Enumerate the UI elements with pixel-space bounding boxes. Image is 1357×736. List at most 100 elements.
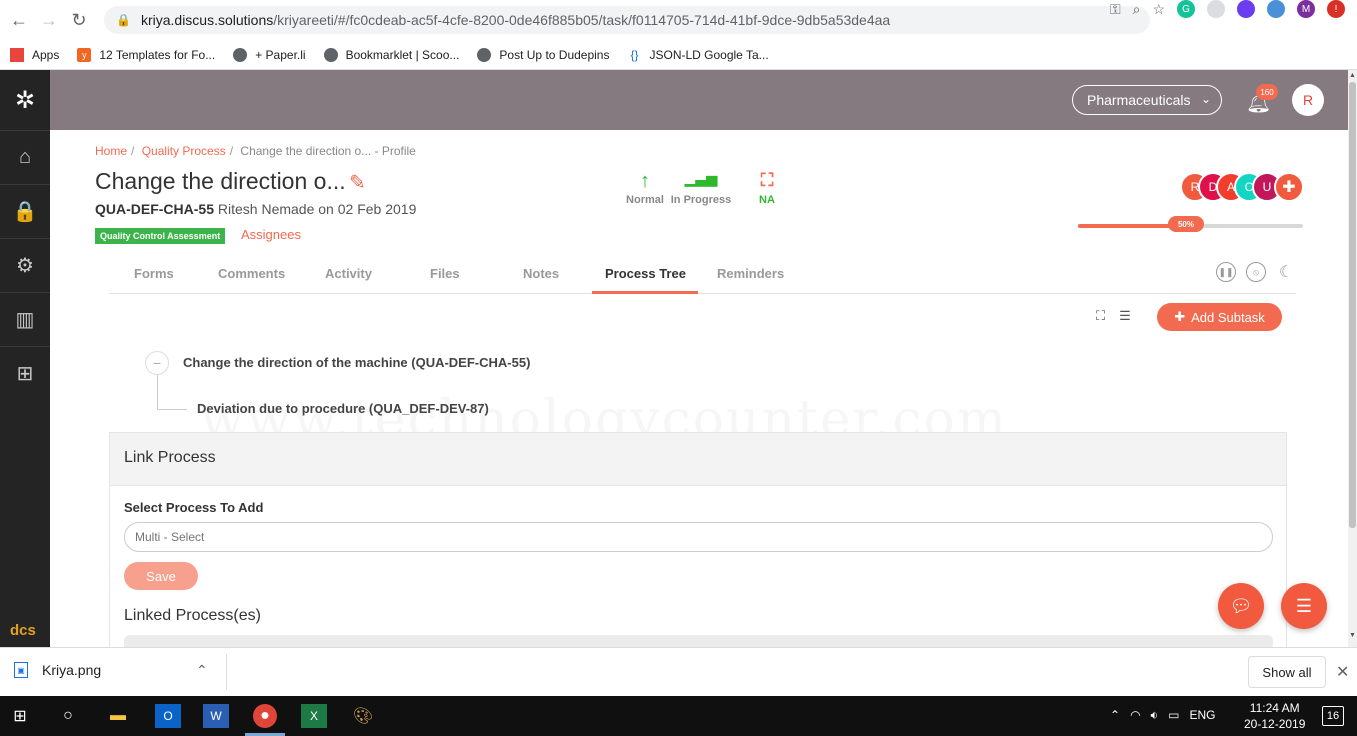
tab-comments[interactable]: Comments [218,266,285,281]
chat-bubble-icon: 💬︎ [1229,595,1253,616]
priority-label: Normal [626,194,664,206]
battery-icon[interactable]: ▭ [1168,708,1179,723]
gift-icon[interactable]: ⊞ [0,346,50,400]
status-label: In Progress [670,194,732,206]
notification-badge: 160 [1256,84,1278,100]
brand-logo-icon: dcs [10,622,36,639]
add-assignee-button[interactable]: ✚ [1274,172,1304,202]
scroll-down-icon[interactable]: ▼ [1349,632,1356,639]
scrollbar-thumb[interactable] [1349,82,1356,528]
breadcrumb-home[interactable]: Home [95,144,127,158]
close-icon[interactable]: ✕ [1336,662,1349,682]
tab-activity[interactable]: Activity [325,266,372,281]
progress-status[interactable]: ▁▃▅ In Progress [668,170,734,206]
color-picker-icon[interactable] [1237,0,1255,18]
chevron-up-icon[interactable]: ⌃ [1110,708,1120,723]
cancel-icon[interactable]: ⦸ [1246,262,1266,282]
sleep-icon[interactable]: ☾ [1276,262,1296,282]
assignees-link[interactable]: Assignees [241,227,301,242]
page-title: Change the direction o... [95,168,346,194]
download-bar: ▣ Kriya.png ⌃ Show all ✕ [0,647,1357,696]
settings-gear-icon[interactable]: ⚙ [0,238,50,292]
bookmark-jsonld[interactable]: {} JSON-LD Google Ta... [627,48,768,62]
linked-processes-title: Linked Process(es) [124,607,261,624]
alert-icon[interactable]: ! [1327,0,1345,18]
bookmark-apps[interactable]: Apps [10,47,59,62]
star-icon[interactable]: ☆ [1152,1,1165,18]
grammarly-icon[interactable]: G [1177,0,1195,18]
screen-capture-icon[interactable] [1267,0,1285,18]
home-icon[interactable]: ⌂ [0,130,50,184]
bookmark-dudepins[interactable]: Post Up to Dudepins [477,47,609,62]
system-clock[interactable]: 11:24 AM 20-12-2019 [1244,700,1305,732]
user-avatar[interactable]: R [1292,84,1324,116]
windows-start-icon[interactable]: ⊞ [7,704,33,728]
bookmark-templates[interactable]: y 12 Templates for Fo... [77,47,215,62]
chrome-icon[interactable]: ● [253,704,277,728]
word-icon[interactable]: W [203,704,229,728]
extension-icon[interactable] [1207,0,1225,18]
analytics-chart-icon[interactable]: ▥ [0,292,50,346]
list-view-icon[interactable]: ☰ [1119,308,1131,324]
volume-icon[interactable]: 🔉︎ [1151,708,1159,723]
tree-node-child[interactable]: Deviation due to procedure (QUA_DEF-DEV-… [197,401,489,416]
save-button[interactable]: Save [124,562,198,590]
bookmark-paperli[interactable]: + Paper.li [233,47,306,62]
breadcrumb-quality-process[interactable]: Quality Process [142,144,226,158]
add-subtask-label: Add Subtask [1191,309,1265,325]
tab-forms[interactable]: Forms [134,266,174,281]
chevron-up-icon[interactable]: ⌃ [196,662,208,679]
globe-icon [477,47,492,62]
tab-reminders[interactable]: Reminders [717,266,784,281]
outlook-icon[interactable]: O [155,704,181,728]
excel-icon[interactable]: X [301,704,327,728]
progress-percent: 50% [1168,216,1204,232]
back-arrow-icon[interactable]: ← [4,5,34,35]
key-icon[interactable]: ⚿ [1110,1,1121,18]
scroll-up-icon[interactable]: ▲ [1349,72,1356,79]
divider [226,654,227,690]
bookmark-bookmarklet[interactable]: Bookmarklet | Scoo... [323,47,459,62]
tree-connector [157,375,158,409]
tab-notes[interactable]: Notes [523,266,559,281]
tree-view-icon[interactable]: ⛶ [1096,308,1105,324]
download-item[interactable]: ▣ Kriya.png [14,662,101,678]
priority-status[interactable]: ↑ Normal [615,170,675,206]
search-circle-icon[interactable]: ○ [55,704,81,728]
wifi-icon[interactable]: ◠ [1130,708,1140,723]
page-scrollbar[interactable]: ▲ ▼ [1348,70,1357,647]
chat-button[interactable]: 💬︎ [1218,583,1264,629]
process-multi-select[interactable] [124,522,1273,552]
chevron-down-icon: ⌄ [1200,92,1211,106]
paint-icon[interactable]: 🎨︎ [350,704,376,728]
active-tab-indicator [592,291,698,294]
show-all-button[interactable]: Show all [1248,656,1326,688]
language-indicator[interactable]: ENG [1189,708,1215,723]
tree-node-root[interactable]: Change the direction of the machine (QUA… [183,355,530,370]
braces-icon: {} [630,47,639,62]
profile-avatar[interactable]: M [1297,0,1315,18]
app-logo-icon[interactable]: ✲ [0,70,50,130]
address-bar[interactable]: 🔒 kriya.discus.solutions /kriyareeti/#/f… [104,6,1150,34]
department-select[interactable]: Pharmaceuticals ⌄ [1072,85,1222,115]
department-value: Pharmaceuticals [1087,92,1191,108]
tab-process-tree[interactable]: Process Tree [605,266,686,281]
lock-icon[interactable]: 🔒 [0,184,50,238]
task-code: QUA-DEF-CHA-55 [95,201,214,217]
globe-icon [233,47,248,62]
apps-grid-icon [10,47,24,62]
forward-arrow-icon[interactable]: → [34,5,64,35]
edit-pencil-icon[interactable]: ✎ [349,170,366,195]
breadcrumb: Home / Quality Process / Change the direct… [95,144,416,158]
menu-button[interactable]: ☰ [1281,583,1327,629]
app-sidebar: ✲ ⌂ 🔒 ⚙ ▥ ⊞ dcs [0,70,50,647]
file-explorer-icon[interactable]: ▬ [105,704,131,728]
zoom-icon[interactable]: ⌕ [1133,1,1141,18]
collapse-minus-icon[interactable]: − [145,351,169,375]
notification-center-icon[interactable]: 16 [1322,706,1344,726]
pause-icon[interactable]: ❚❚ [1216,262,1236,282]
reload-icon[interactable]: ↻ [64,5,94,35]
add-subtask-button[interactable]: ✚ Add Subtask [1157,303,1282,331]
tab-files[interactable]: Files [430,266,460,281]
hierarchy-status[interactable]: ⛶ NA [750,170,784,206]
